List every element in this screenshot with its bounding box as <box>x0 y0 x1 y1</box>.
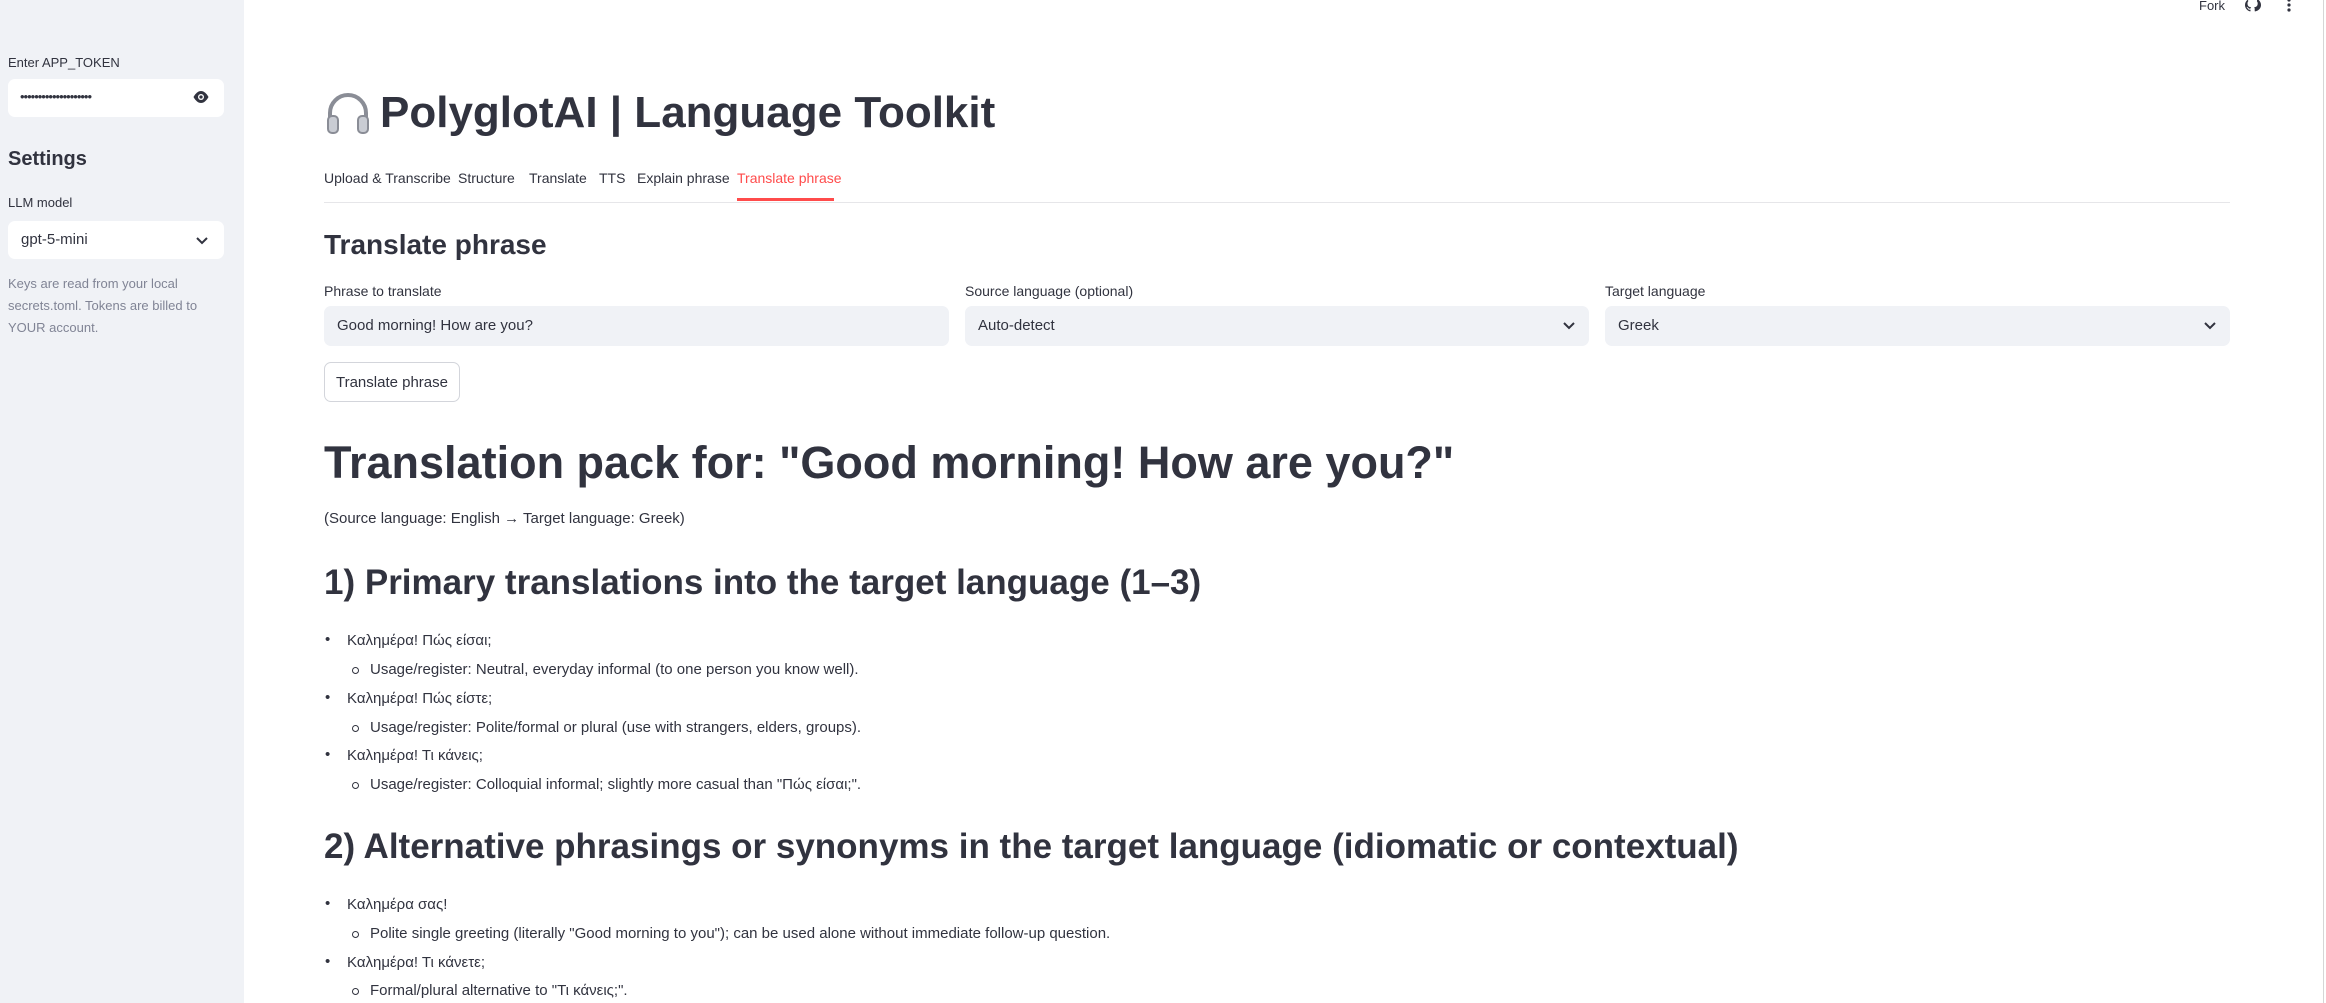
chevron-down-icon <box>2204 322 2216 330</box>
phrase-input[interactable]: Good morning! How are you? <box>324 306 949 346</box>
chevron-down-icon <box>196 237 208 245</box>
result-languages: (Source language: English → Target langu… <box>324 510 685 527</box>
scrollbar[interactable] <box>2323 0 2324 1003</box>
target-language-value: Greek <box>1618 317 1659 334</box>
translate-phrase-button[interactable]: Translate phrase <box>324 362 460 402</box>
result-title: Translation pack for: "Good morning! How… <box>324 437 1455 488</box>
token-input[interactable]: •••••••••••••••••••• <box>8 79 224 117</box>
active-tab-indicator <box>737 198 834 201</box>
tab-translate-phrase[interactable]: Translate phrase <box>737 170 842 186</box>
list-subitem: Usage/register: Colloquial informal; sli… <box>351 776 862 793</box>
llm-model-value: gpt-5-mini <box>21 231 88 248</box>
list-item: Καλημέρα! Τι κάνετε; <box>325 953 485 971</box>
list-subitem: Formal/plural alternative to "Τι κάνεις;… <box>352 982 628 999</box>
list-item: Καλημέρα! Τι κάνεις; <box>325 746 483 764</box>
page-title: PolyglotAI | Language Toolkit <box>324 88 995 138</box>
llm-model-label: LLM model <box>8 195 73 210</box>
tab-translate[interactable]: Translate <box>529 170 587 186</box>
headphones-icon <box>327 93 369 134</box>
eye-icon[interactable] <box>192 90 210 104</box>
tab-explain-phrase[interactable]: Explain phrase <box>637 170 730 186</box>
token-label: Enter APP_TOKEN <box>8 55 120 70</box>
section1-heading: 1) Primary translations into the target … <box>324 563 1202 602</box>
list-subitem: Usage/register: Polite/formal or plural … <box>351 719 862 736</box>
list-item: Καλημέρα! Πώς είστε; <box>325 689 492 707</box>
phrase-value: Good morning! How are you? <box>337 317 533 334</box>
list-subitem: Polite single greeting (literally "Good … <box>351 925 1111 942</box>
tab-bar: Upload & Transcribe Structure Translate … <box>324 170 2230 203</box>
source-language-label: Source language (optional) <box>965 283 1134 299</box>
token-value: •••••••••••••••••••• <box>20 89 92 104</box>
tab-structure[interactable]: Structure <box>458 170 515 186</box>
source-language-value: Auto-detect <box>978 317 1055 334</box>
chevron-down-icon <box>1563 322 1575 330</box>
section-heading: Translate phrase <box>324 229 547 260</box>
app-title: PolyglotAI | Language Toolkit <box>380 88 996 137</box>
section2-heading: 2) Alternative phrasings or synonyms in … <box>324 827 1739 866</box>
llm-model-select[interactable]: gpt-5-mini <box>8 221 224 259</box>
target-language-label: Target language <box>1605 283 1706 299</box>
phrase-label: Phrase to translate <box>324 283 442 299</box>
sidebar: Enter APP_TOKEN •••••••••••••••••••• Set… <box>0 0 244 1003</box>
settings-heading: Settings <box>8 148 87 170</box>
target-language-select[interactable]: Greek <box>1605 306 2230 346</box>
tab-upload-transcribe[interactable]: Upload & Transcribe <box>324 170 451 186</box>
source-language-select[interactable]: Auto-detect <box>965 306 1589 346</box>
more-menu-icon[interactable] <box>2286 0 2292 12</box>
sidebar-note: Keys are read from your local secrets.to… <box>8 276 198 335</box>
list-subitem: Usage/register: Neutral, everyday inform… <box>352 661 859 678</box>
list-item: Καλημέρα σας! <box>325 895 447 913</box>
list-item: Καλημέρα! Πώς είσαι; <box>325 631 492 649</box>
fork-link[interactable]: Fork <box>2199 0 2225 13</box>
github-icon[interactable] <box>2245 0 2261 12</box>
tab-tts[interactable]: TTS <box>599 170 625 186</box>
